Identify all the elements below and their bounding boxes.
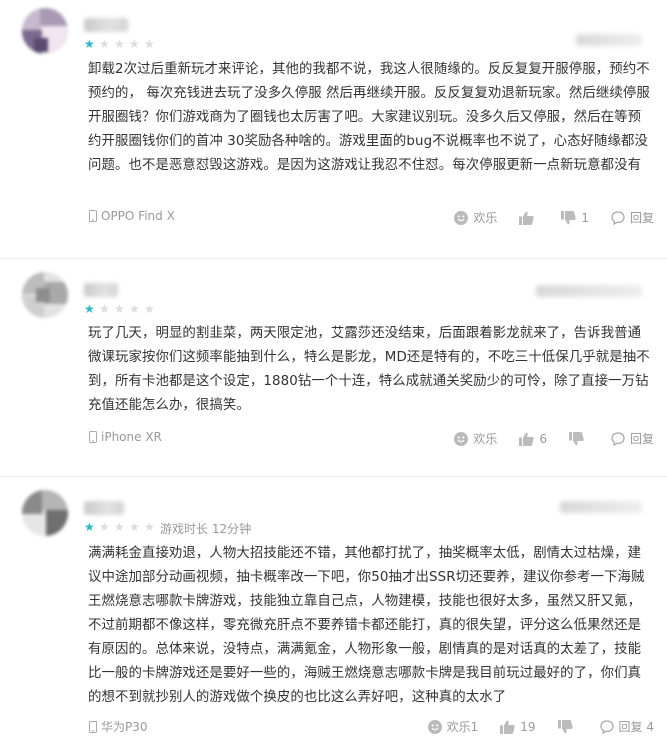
smile-icon	[454, 210, 469, 225]
username[interactable]	[84, 283, 118, 297]
device-name: iPhone XR	[101, 430, 162, 444]
playtime-label: 游戏时长 12分钟	[160, 522, 252, 536]
star-icon: ★	[144, 37, 155, 51]
thumbs-down-icon	[568, 431, 584, 445]
avatar[interactable]	[22, 490, 68, 536]
phone-icon	[88, 209, 97, 223]
star-icon: ★	[144, 520, 155, 534]
device-name: OPPO Find X	[101, 209, 175, 223]
like-button[interactable]: 6	[519, 432, 547, 446]
phone-icon	[88, 720, 97, 734]
star-icon: ★	[84, 520, 95, 534]
thumbs-up-icon	[519, 432, 535, 446]
happy-button[interactable]: 欢乐	[454, 430, 497, 447]
star-icon: ★	[99, 37, 110, 51]
dislike-button[interactable]	[557, 719, 578, 734]
divider	[0, 258, 667, 259]
rating-stars: ★ ★ ★ ★ ★	[84, 38, 156, 50]
review-text: 满满耗金直接劝退，人物大招技能还不错，其他都打扰了，抽奖概率太低，剧情太过枯燥，…	[88, 546, 645, 705]
star-icon: ★	[84, 37, 95, 51]
star-icon: ★	[129, 37, 140, 51]
like-button[interactable]	[519, 211, 539, 225]
review-date	[560, 501, 642, 513]
happy-button[interactable]: 欢乐1	[427, 718, 478, 735]
reply-button[interactable]: 回复	[611, 209, 654, 226]
reply-button[interactable]: 回复 4	[599, 718, 654, 735]
avatar[interactable]	[22, 8, 68, 54]
phone-icon	[88, 430, 97, 444]
star-icon: ★	[84, 302, 95, 316]
review-date	[536, 285, 642, 297]
reply-button[interactable]: 回复	[611, 430, 654, 447]
comment-icon	[611, 431, 625, 446]
dislike-button[interactable]	[568, 431, 589, 446]
star-icon: ★	[114, 520, 125, 534]
dislike-button[interactable]: 1	[561, 210, 589, 225]
star-icon: ★	[114, 302, 125, 316]
star-icon: ★	[129, 302, 140, 316]
device-info: iPhone XR	[88, 430, 162, 444]
review-footer: OPPO Find X 欢乐 1 回复	[88, 209, 654, 229]
rating-stars: ★ ★ ★ ★ ★	[84, 521, 156, 533]
rating-stars: ★ ★ ★ ★ ★	[84, 303, 156, 315]
review-footer: iPhone XR 欢乐 6 回复	[88, 430, 654, 450]
review-footer: 华为P30 欢乐1 19 回复 4	[88, 718, 654, 738]
comment-icon	[611, 210, 625, 225]
thumbs-up-icon	[500, 720, 515, 734]
device-name: 华为P30	[101, 720, 148, 734]
star-icon: ★	[99, 520, 110, 534]
device-info: OPPO Find X	[88, 209, 175, 223]
smile-icon	[454, 431, 469, 446]
username[interactable]	[84, 18, 128, 32]
review-text: 卸载2次过后重新玩才来评论，其他的我都不说，我这人很随缘的。反反复复开服停服，预…	[88, 62, 650, 173]
divider	[0, 476, 667, 477]
thumbs-up-icon	[519, 211, 535, 225]
smile-icon	[427, 719, 442, 734]
thumbs-down-icon	[557, 719, 573, 733]
star-icon: ★	[129, 520, 140, 534]
comment-icon	[599, 719, 614, 734]
star-icon: ★	[144, 302, 155, 316]
username[interactable]	[84, 501, 124, 515]
star-icon: ★	[99, 302, 110, 316]
review-text: 玩了几天，明显的割韭菜，两天限定池，艾露莎还没结束，后面跟着影龙就来了，告诉我普…	[88, 326, 650, 413]
avatar[interactable]	[22, 272, 68, 318]
happy-button[interactable]: 欢乐	[454, 209, 497, 226]
star-icon: ★	[114, 37, 125, 51]
device-info: 华为P30	[88, 718, 148, 735]
thumbs-down-icon	[561, 210, 577, 224]
like-button[interactable]: 19	[500, 720, 536, 734]
review-date	[576, 34, 642, 46]
